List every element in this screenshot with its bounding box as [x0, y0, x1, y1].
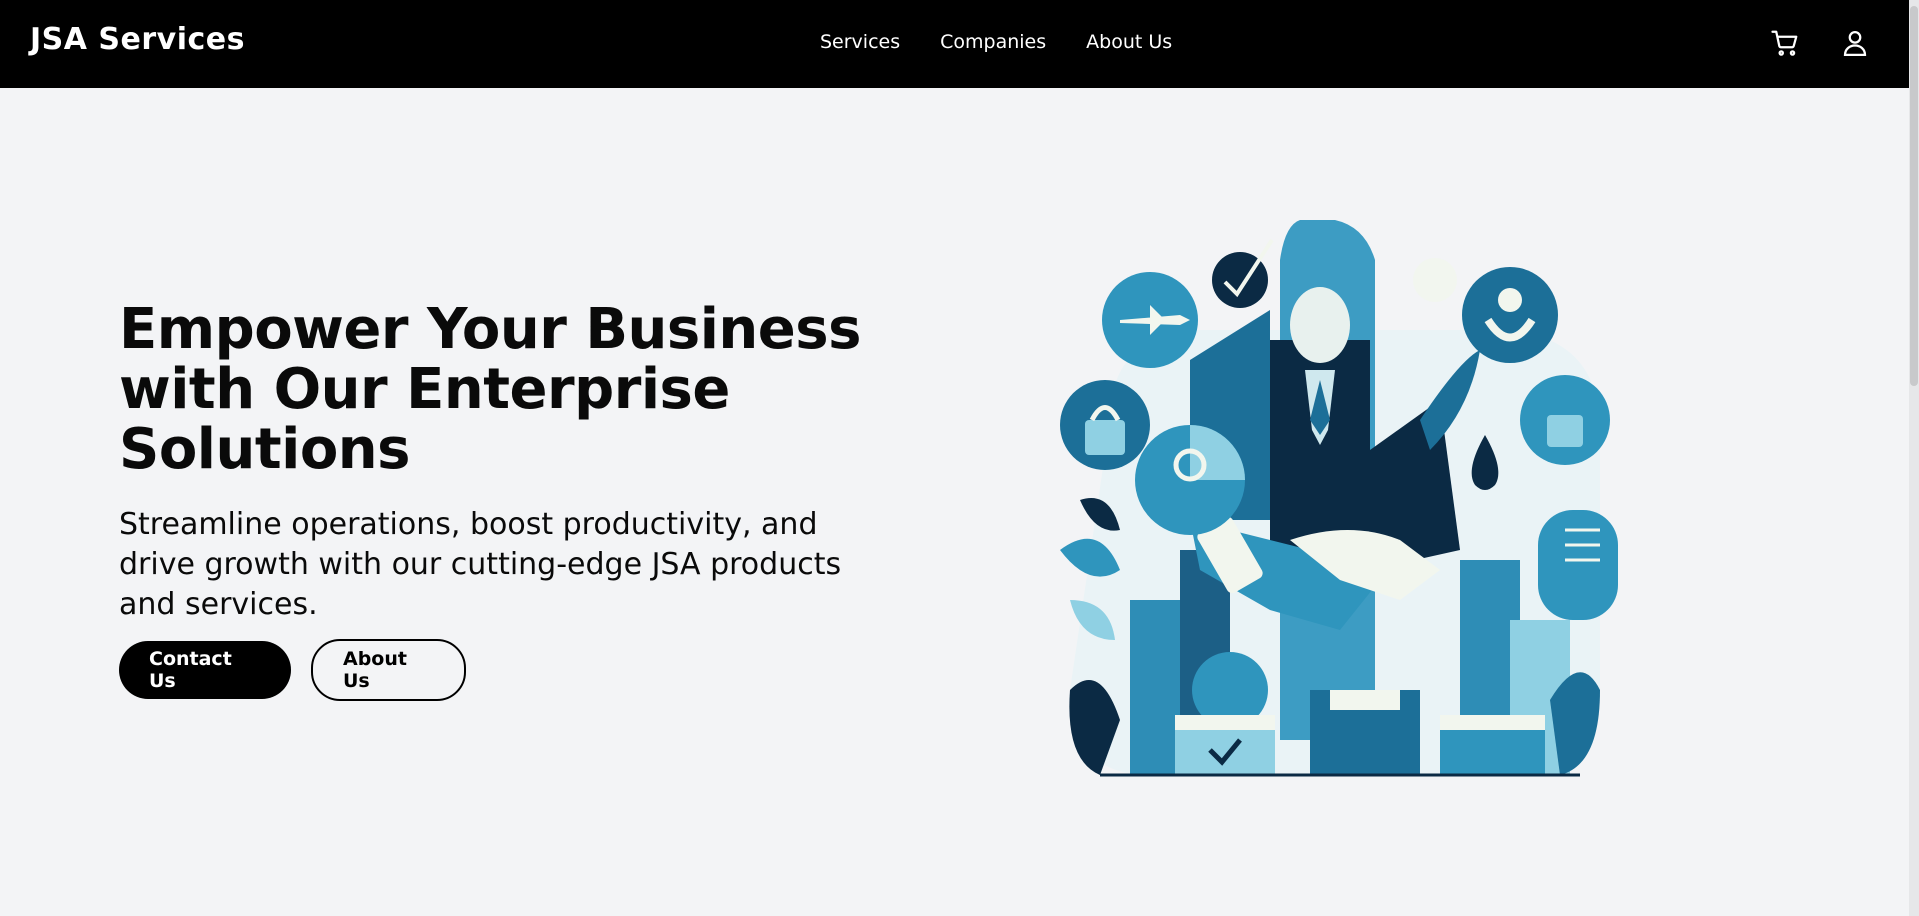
- header-actions: [1768, 26, 1872, 60]
- about-us-button[interactable]: About Us: [311, 639, 466, 701]
- hero-title: Empower Your Business with Our Enterpris…: [119, 297, 861, 482]
- contact-us-button[interactable]: Contact Us: [119, 641, 291, 699]
- vertical-scrollbar[interactable]: [1909, 0, 1919, 916]
- hero-illustration: [1060, 220, 1618, 777]
- scrollbar-thumb[interactable]: [1910, 6, 1918, 386]
- user-icon: [1843, 31, 1867, 56]
- top-navigation-bar: JSA Services Services Companies About Us: [0, 0, 1909, 88]
- nav-link-about-us[interactable]: About Us: [1086, 31, 1172, 53]
- nav-link-companies[interactable]: Companies: [940, 31, 1046, 53]
- brand-logo[interactable]: JSA Services: [30, 22, 245, 57]
- hero-subtitle: Streamline operations, boost productivit…: [119, 507, 842, 622]
- hero-buttons: Contact Us About Us: [119, 639, 466, 701]
- main-nav: Services Companies About Us: [820, 31, 1172, 53]
- nav-link-services[interactable]: Services: [820, 31, 900, 53]
- cart-icon: [1771, 30, 1798, 56]
- account-button[interactable]: [1838, 26, 1872, 60]
- cart-button[interactable]: [1768, 26, 1802, 60]
